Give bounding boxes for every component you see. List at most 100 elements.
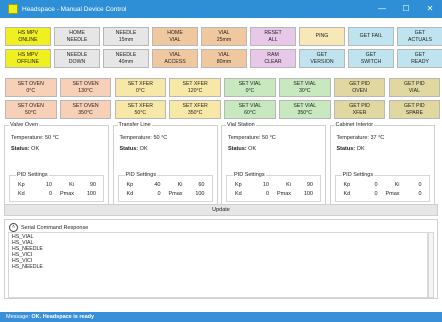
status-prefix: Message: — [6, 314, 30, 320]
button-label-line2: NEEDLE — [66, 36, 88, 43]
temp-unit: °C — [378, 135, 385, 141]
panel-1: Valve Oven Temperature: 50 °C Status: OK… — [4, 122, 109, 207]
button-label-line2: 0°C — [135, 87, 145, 94]
kp-value[interactable]: 10 — [34, 182, 52, 188]
device-button-11[interactable]: NEEDLE DOWN — [54, 49, 100, 68]
device-button-22[interactable]: SET XFER 120°C — [169, 78, 221, 97]
button-label-line1: VIAL — [218, 51, 230, 58]
kd-value[interactable]: 0 — [360, 191, 377, 197]
device-button-12[interactable]: NEEDLE 40mm — [103, 49, 149, 68]
log-line: HS_NEEDLE — [12, 264, 43, 270]
app-icon — [8, 4, 18, 14]
kp-value[interactable]: 0 — [360, 182, 377, 188]
device-button-34[interactable]: GET PID SPARE — [388, 100, 441, 119]
maximize-button[interactable]: ☐ — [394, 0, 418, 18]
ki-label: Ki — [394, 182, 400, 188]
kd-value[interactable]: 0 — [34, 191, 52, 197]
panel-title: Valve Oven — [9, 122, 40, 128]
button-label-line2: SPARE — [405, 109, 423, 116]
device-button-17[interactable]: GET SWITCH — [348, 49, 394, 68]
device-button-20[interactable]: SET OVEN 130°C — [59, 78, 112, 97]
device-button-7[interactable]: PING — [299, 27, 345, 46]
status-value: OK — [31, 146, 40, 152]
device-button-2[interactable]: HOME NEEDLE — [54, 27, 100, 46]
pid-title: PID Settings — [341, 172, 375, 178]
button-label-line1: GET PID — [349, 80, 370, 87]
button-label-line1: VIAL — [218, 29, 230, 36]
pmax-value[interactable]: 100 — [74, 191, 96, 197]
device-button-30[interactable]: SET XFER 350°C — [169, 100, 221, 119]
device-button-8[interactable]: GET FAIL — [348, 27, 394, 46]
kp-label: Kp — [235, 182, 242, 188]
button-label-line2: 80mm — [216, 58, 232, 65]
kd-value[interactable]: 0 — [143, 191, 160, 197]
device-button-9[interactable]: GET ACTUALS — [397, 27, 442, 46]
device-button-31[interactable]: SET VIAL 60°C — [224, 100, 276, 119]
button-label-line1: NEEDLE — [115, 51, 137, 58]
window-title: Headspace - Manual Device Control — [22, 5, 127, 13]
device-button-32[interactable]: SET VIAL 350°C — [279, 100, 331, 119]
ki-value[interactable]: 60 — [183, 182, 204, 188]
temp-unit: °C — [52, 135, 59, 141]
minimize-button[interactable]: — — [370, 0, 394, 18]
device-button-4[interactable]: HOME VIAL — [152, 27, 198, 46]
kp-value[interactable]: 40 — [143, 182, 160, 188]
device-button-10[interactable]: HS MPV OFFLINE — [5, 49, 51, 68]
pid-settings-group: PID Settings Kp 40 Ki 60 Kd 0 Pmax 100 — [117, 172, 213, 202]
button-label-line1: SET XFER — [182, 80, 208, 87]
device-button-5[interactable]: VIAL 25mm — [201, 27, 247, 46]
device-button-23[interactable]: SET VIAL 0°C — [224, 78, 276, 97]
ki-value[interactable]: 90 — [291, 182, 313, 188]
temp-unit: °C — [161, 135, 168, 141]
button-label-line1: GET PID — [404, 102, 425, 109]
device-button-3[interactable]: NEEDLE 15mm — [103, 27, 149, 46]
pmax-value[interactable]: 100 — [183, 191, 204, 197]
button-label-line2: ACCESS — [164, 58, 186, 65]
temp-label: Temperature: — [228, 135, 261, 141]
button-label-line1: HS MPV — [18, 51, 38, 58]
button-label-line1: SET OVEN — [17, 102, 44, 109]
temp-label: Temperature: — [336, 135, 369, 141]
device-button-27[interactable]: SET OVEN 50°C — [5, 100, 57, 119]
collapse-chevron-icon[interactable]: ˄ — [9, 223, 18, 232]
device-button-25[interactable]: GET PID OVEN — [333, 78, 386, 97]
device-button-33[interactable]: GET PID XFER — [333, 100, 386, 119]
pid-title: PID Settings — [233, 172, 266, 178]
button-label-line2: OFFLINE — [17, 58, 39, 65]
temp-label: Temperature: — [119, 135, 152, 141]
device-button-14[interactable]: VIAL 80mm — [201, 49, 247, 68]
device-button-28[interactable]: SET OVEN 350°C — [59, 100, 112, 119]
button-label-line2: CLEAR — [264, 58, 282, 65]
button-label-line1: SET OVEN — [72, 80, 99, 87]
button-label-line1: SET VIAL — [238, 102, 262, 109]
kp-label: Kp — [18, 182, 25, 188]
button-label-line2: READY — [411, 58, 429, 65]
button-label-line2: 15mm — [118, 36, 134, 43]
device-button-29[interactable]: SET XFER 50°C — [114, 100, 167, 119]
serial-log[interactable]: HS_VIAL HS_VIAL HS_NEEDLE HS_VICI HS_VICI HS_… — [8, 232, 428, 298]
button-label-line2: 0°C — [245, 87, 255, 94]
close-button[interactable]: ✕ — [418, 0, 442, 18]
update-button[interactable]: Update — [4, 204, 438, 216]
log-scrollbar[interactable] — [428, 232, 434, 298]
ki-value[interactable]: 90 — [74, 182, 96, 188]
device-button-26[interactable]: GET PID VIAL — [388, 78, 441, 97]
device-button-18[interactable]: GET READY — [397, 49, 442, 68]
pmax-value[interactable]: 100 — [291, 191, 313, 197]
status-value: OK — [356, 146, 365, 152]
status-label: Status: — [336, 146, 356, 152]
kp-value[interactable]: 10 — [251, 182, 269, 188]
device-button-24[interactable]: SET VIAL 30°C — [279, 78, 331, 97]
ki-value[interactable]: 0 — [400, 182, 421, 188]
kd-value[interactable]: 0 — [251, 191, 269, 197]
device-button-6[interactable]: RESET ALL — [250, 27, 296, 46]
serial-response-panel: ˄ Serial Command Response HS_VIAL HS_VIAL… — [4, 219, 438, 299]
device-button-21[interactable]: SET XFER 0°C — [114, 78, 167, 97]
device-button-19[interactable]: SET OVEN 0°C — [5, 78, 57, 97]
device-button-13[interactable]: VIAL ACCESS — [152, 49, 198, 68]
device-button-16[interactable]: GET VERSION — [299, 49, 345, 68]
device-button-1[interactable]: HS MPV ONLINE — [5, 27, 51, 46]
button-label-line1: RESET — [264, 29, 282, 36]
pmax-value[interactable]: 0 — [400, 191, 421, 197]
device-button-15[interactable]: RAM CLEAR — [250, 49, 296, 68]
